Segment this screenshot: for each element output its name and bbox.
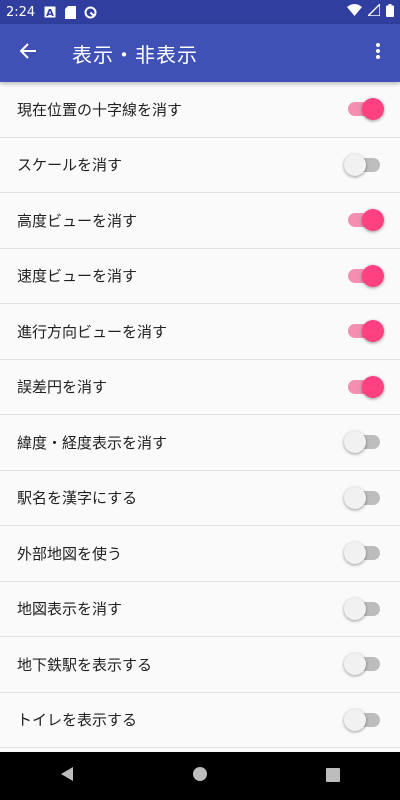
settings-list: 現在位置の十字線を消す スケールを消す 高度ビューを消す 速度ビューを消す 進行… xyxy=(0,82,400,752)
setting-row[interactable]: トイレを表示する xyxy=(0,693,400,748)
status-bar: 2:24 A xyxy=(0,0,400,24)
toggle-switch[interactable] xyxy=(346,375,384,398)
overflow-menu-button[interactable] xyxy=(356,25,400,81)
arrow-back-icon xyxy=(19,42,37,64)
toggle-switch[interactable] xyxy=(344,431,382,454)
setting-row[interactable]: 速度ビューを消す xyxy=(0,249,400,304)
setting-label: 駅名を漢字にする xyxy=(17,489,138,508)
setting-label: 地図表示を消す xyxy=(17,600,123,619)
square-recents-icon xyxy=(326,767,341,786)
toggle-switch[interactable] xyxy=(346,320,384,343)
setting-label: 速度ビューを消す xyxy=(17,267,138,286)
page-title: 表示・非表示 xyxy=(72,42,198,67)
setting-row[interactable]: 駅名を漢字にする xyxy=(0,471,400,526)
more-vert-icon xyxy=(376,43,380,63)
switch-thumb xyxy=(344,708,366,731)
setting-row[interactable]: 高度ビューを消す xyxy=(0,193,400,249)
switch-thumb xyxy=(344,653,366,676)
setting-row[interactable]: スケールを消す xyxy=(0,138,400,193)
switch-thumb xyxy=(344,431,366,454)
setting-row[interactable]: 誤差円を消す xyxy=(0,360,400,415)
circle-home-icon xyxy=(192,766,208,786)
setting-row[interactable]: 進行方向ビューを消す xyxy=(0,304,400,360)
toggle-switch[interactable] xyxy=(344,486,382,509)
setting-row[interactable]: 地図表示を消す xyxy=(0,582,400,637)
wifi-icon xyxy=(347,4,362,20)
setting-label: 地下鉄駅を表示する xyxy=(17,655,153,674)
setting-label: 高度ビューを消す xyxy=(17,211,138,230)
setting-row[interactable]: 現在位置の十字線を消す xyxy=(0,82,400,138)
toggle-switch[interactable] xyxy=(344,597,382,620)
setting-label: 進行方向ビューを消す xyxy=(17,322,168,341)
switch-thumb xyxy=(362,320,384,343)
setting-row[interactable]: 地下鉄駅を表示する xyxy=(0,637,400,693)
toggle-switch[interactable] xyxy=(346,98,384,121)
app-bar: 表示・非表示 xyxy=(0,24,400,82)
toggle-switch[interactable] xyxy=(344,153,382,176)
back-button[interactable] xyxy=(0,25,56,81)
setting-label: 外部地図を使う xyxy=(17,544,123,563)
setting-row[interactable]: 外部地図を使う xyxy=(0,526,400,582)
toggle-switch[interactable] xyxy=(344,708,382,731)
switch-thumb xyxy=(344,153,366,176)
battery-full-icon xyxy=(386,3,394,21)
navigation-bar xyxy=(0,752,400,800)
nav-home-button[interactable] xyxy=(176,752,224,800)
status-time: 2:24 xyxy=(6,4,36,20)
switch-thumb xyxy=(362,209,384,232)
toggle-switch[interactable] xyxy=(346,209,384,232)
switch-thumb xyxy=(362,98,384,121)
setting-label: スケールを消す xyxy=(17,156,123,175)
svg-text:A: A xyxy=(46,8,54,18)
data-saver-icon xyxy=(83,5,97,19)
sd-card-icon xyxy=(63,5,77,19)
switch-thumb xyxy=(344,597,366,620)
setting-label: 誤差円を消す xyxy=(17,378,108,397)
setting-label: 現在位置の十字線を消す xyxy=(17,100,183,119)
switch-thumb xyxy=(362,264,384,287)
toggle-switch[interactable] xyxy=(344,653,382,676)
toggle-switch[interactable] xyxy=(346,264,384,287)
toggle-switch[interactable] xyxy=(344,542,382,565)
signal-icon xyxy=(366,2,381,20)
switch-thumb xyxy=(362,375,384,398)
setting-label: 緯度・経度表示を消す xyxy=(17,433,168,452)
switch-thumb xyxy=(344,542,366,565)
setting-row[interactable]: 緯度・経度表示を消す xyxy=(0,415,400,471)
triangle-back-icon xyxy=(59,766,75,786)
nav-back-button[interactable] xyxy=(43,752,91,800)
nav-recents-button[interactable] xyxy=(309,752,357,800)
notification-a-icon: A xyxy=(43,5,57,19)
switch-thumb xyxy=(344,486,366,509)
setting-label: トイレを表示する xyxy=(17,711,138,730)
